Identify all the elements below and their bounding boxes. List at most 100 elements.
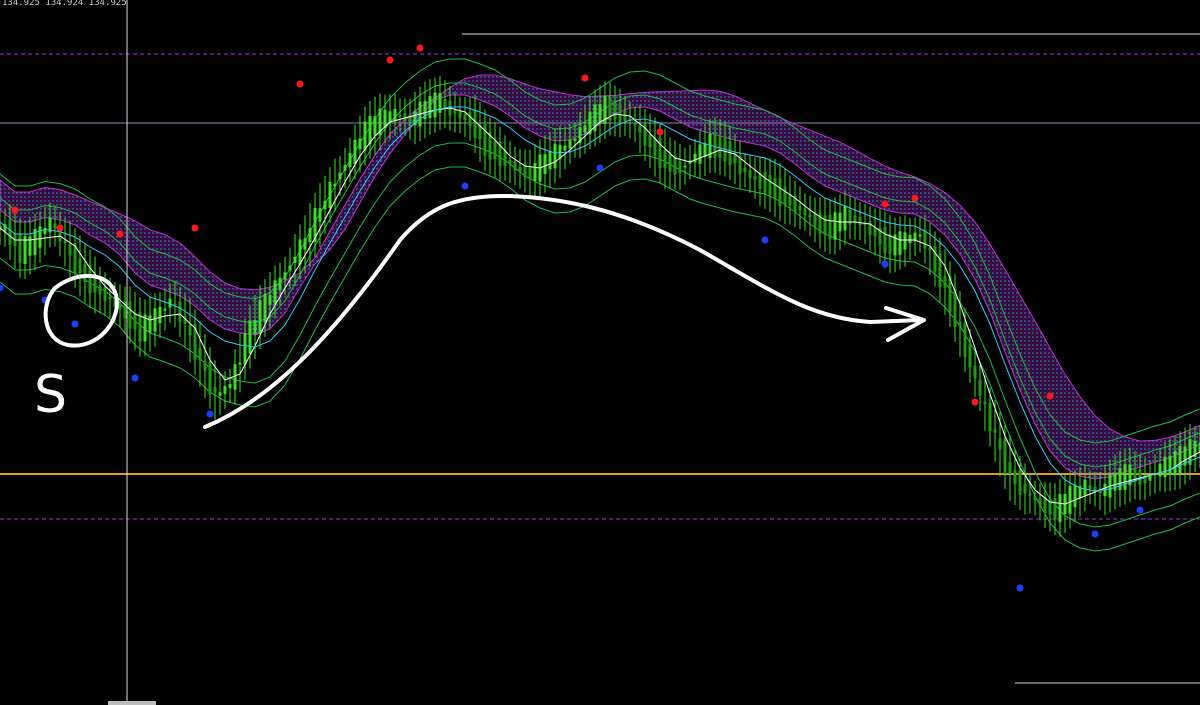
candle-body xyxy=(778,178,782,206)
candle-body xyxy=(1123,464,1127,490)
candle-body xyxy=(813,212,817,228)
candle-body xyxy=(108,297,112,300)
fractal-high-dot xyxy=(386,56,394,64)
candle-body xyxy=(633,122,637,126)
candle-body xyxy=(1003,438,1007,474)
candle-body xyxy=(683,165,687,168)
candle-body xyxy=(973,365,977,379)
candle-body xyxy=(618,103,622,123)
candle-body xyxy=(1033,495,1037,501)
candle-body xyxy=(53,223,57,229)
candle-body xyxy=(873,227,877,237)
candle-body xyxy=(298,239,302,265)
candle-body xyxy=(263,293,267,323)
candle-body xyxy=(178,301,182,323)
candle-body xyxy=(663,150,667,168)
candle-body xyxy=(868,221,872,235)
candle-body xyxy=(798,205,802,211)
candle-body xyxy=(1118,468,1122,490)
candle-body xyxy=(198,348,202,360)
candle-body xyxy=(833,212,837,240)
fractal-high-dot xyxy=(971,398,979,406)
candle-body xyxy=(748,170,752,178)
candle-body xyxy=(918,234,922,237)
candle-body xyxy=(1173,450,1177,476)
candle-body xyxy=(323,200,327,210)
fractal-high-dot xyxy=(56,224,64,232)
fractal-low-dot xyxy=(461,182,469,190)
candle-body xyxy=(258,300,262,334)
candle-body xyxy=(458,111,462,119)
candle-body xyxy=(963,323,967,357)
candle-body xyxy=(288,265,292,271)
candle-body xyxy=(278,277,282,291)
fractal-high-dot xyxy=(656,128,664,136)
candle-body xyxy=(733,154,737,164)
candle-body xyxy=(1088,485,1092,489)
candle-body xyxy=(568,139,572,149)
candle-body xyxy=(208,362,212,394)
fractal-high-dot xyxy=(881,200,889,208)
candle-body xyxy=(148,315,152,333)
candle-body xyxy=(283,272,287,280)
candle-body xyxy=(698,144,702,164)
candle-body xyxy=(78,258,82,274)
candle-body xyxy=(1138,469,1142,485)
candle-body xyxy=(293,256,297,264)
candle-body xyxy=(153,308,157,332)
candle-body xyxy=(168,298,172,308)
candle-body xyxy=(1013,469,1017,485)
fractal-high-dot xyxy=(191,224,199,232)
candle-body xyxy=(473,109,477,139)
candle-body xyxy=(8,219,12,245)
candle-body xyxy=(348,152,352,168)
candle-body xyxy=(18,233,22,263)
time-scale-tab[interactable] xyxy=(108,701,156,705)
candle-body xyxy=(528,166,532,180)
candle-body xyxy=(363,121,367,151)
candle-body xyxy=(218,392,222,396)
candle-body xyxy=(898,231,902,255)
candle-body xyxy=(883,226,887,254)
candle-body xyxy=(1023,484,1027,494)
candle-body xyxy=(133,312,137,330)
candle-body xyxy=(563,145,567,151)
candle-body xyxy=(888,234,892,254)
candle-body xyxy=(433,92,437,118)
candle-body xyxy=(213,387,217,393)
candle-body xyxy=(268,295,272,305)
candle-body xyxy=(783,186,787,206)
ohlc-readout: 134.925 134.924 134.925 xyxy=(2,0,127,8)
candle-body xyxy=(988,402,992,432)
fractal-low-dot xyxy=(596,164,604,172)
candle-body xyxy=(998,438,1002,450)
candle-body xyxy=(428,96,432,118)
fractal-low-dot xyxy=(71,320,79,328)
candle-body xyxy=(248,320,252,354)
candle-body xyxy=(1068,486,1072,514)
candle-body xyxy=(583,125,587,133)
fractal-low-dot xyxy=(206,410,214,418)
candle-body xyxy=(63,240,67,244)
candle-body xyxy=(508,159,512,165)
candle-body xyxy=(503,150,507,166)
candle-body xyxy=(1178,446,1182,474)
candle-body xyxy=(533,163,537,181)
candle-body xyxy=(68,244,72,256)
candle-body xyxy=(553,143,557,169)
fractal-low-dot xyxy=(761,236,769,244)
candle-body xyxy=(403,113,407,121)
candle-body xyxy=(548,150,552,170)
fractal-high-dot xyxy=(1046,392,1054,400)
candle-body xyxy=(773,178,777,198)
candle-body xyxy=(903,232,907,250)
candle-body xyxy=(1053,498,1057,520)
price-chart[interactable]: S xyxy=(0,0,1200,705)
candle-body xyxy=(203,361,207,371)
candle-body xyxy=(38,226,42,248)
candle-body xyxy=(333,183,337,187)
candle-body xyxy=(338,172,342,180)
candle-body xyxy=(303,238,307,250)
fractal-high-dot xyxy=(116,230,124,238)
candle-body xyxy=(158,306,162,324)
